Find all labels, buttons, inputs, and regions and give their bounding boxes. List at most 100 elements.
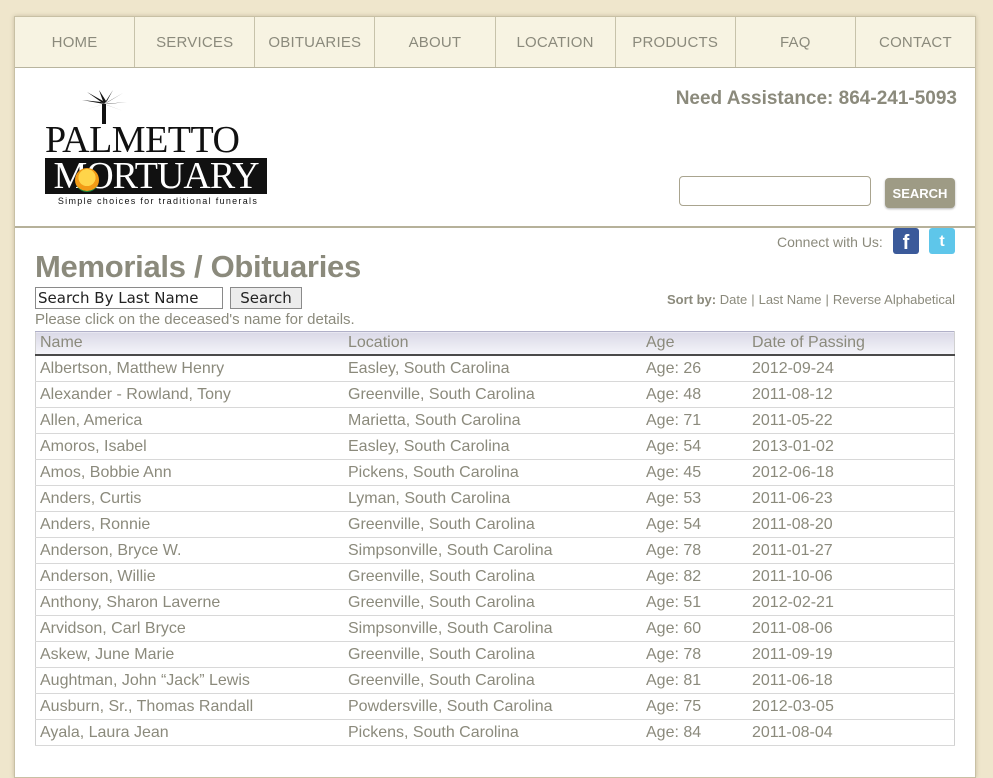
page-title: Memorials / Obituaries: [35, 249, 361, 284]
nav-products[interactable]: PRODUCTS: [616, 17, 736, 67]
date-cell: 2011-08-04: [748, 719, 955, 746]
table-row[interactable]: Aughtman, John “Jack” Lewis Greenville, S…: [35, 667, 955, 694]
date-cell: 2012-09-24: [748, 355, 955, 382]
table-row[interactable]: Arvidson, Carl Bryce Simpsonville, South …: [35, 615, 955, 642]
date-cell: 2011-06-23: [748, 485, 955, 512]
nav-contact[interactable]: CONTACT: [856, 17, 975, 67]
deceased-name-link[interactable]: Allen, America: [35, 407, 344, 434]
deceased-name-link[interactable]: Anthony, Sharon Laverne: [35, 589, 344, 616]
table-row[interactable]: Amoros, Isabel Easley, South Carolina Age:…: [35, 433, 955, 460]
age-cell: Age: 48: [642, 381, 748, 408]
age-cell: Age: 51: [642, 589, 748, 616]
col-name: Name: [35, 331, 344, 356]
table-row[interactable]: Albertson, Matthew Henry Easley, South Ca…: [35, 355, 955, 382]
location-cell: Greenville, South Carolina: [344, 589, 642, 616]
nav-home[interactable]: HOME: [15, 17, 136, 67]
date-cell: 2011-08-06: [748, 615, 955, 642]
age-cell: Age: 78: [642, 537, 748, 564]
obituary-table: Name Location Age Date of Passing Albert…: [35, 331, 955, 746]
table-row[interactable]: Anders, Ronnie Greenville, South Carolina…: [35, 511, 955, 538]
facebook-icon[interactable]: f: [893, 228, 919, 254]
connect-label: Connect with Us:: [777, 234, 883, 250]
location-cell: Pickens, South Carolina: [344, 459, 642, 486]
table-row[interactable]: Anders, Curtis Lyman, South Carolina Age: …: [35, 485, 955, 512]
site-search-input[interactable]: [679, 176, 871, 206]
nav-location[interactable]: LOCATION: [496, 17, 616, 67]
sort-divider: |: [751, 292, 755, 307]
deceased-name-link[interactable]: Amos, Bobbie Ann: [35, 459, 344, 486]
table-row[interactable]: Ayala, Laura Jean Pickens, South Carolina…: [35, 719, 955, 746]
nav-faq[interactable]: FAQ: [736, 17, 856, 67]
deceased-name-link[interactable]: Alexander - Rowland, Tony: [35, 381, 344, 408]
table-body: Albertson, Matthew Henry Easley, South Ca…: [35, 355, 955, 746]
deceased-name-link[interactable]: Anderson, Bryce W.: [35, 537, 344, 564]
location-cell: Easley, South Carolina: [344, 433, 642, 460]
date-cell: 2011-01-27: [748, 537, 955, 564]
deceased-name-link[interactable]: Anders, Curtis: [35, 485, 344, 512]
table-row[interactable]: Amos, Bobbie Ann Pickens, South Carolina A…: [35, 459, 955, 486]
sort-reverse-alpha[interactable]: Reverse Alphabetical: [833, 292, 955, 307]
logo-tagline: Simple choices for traditional funerals: [57, 196, 259, 206]
age-cell: Age: 53: [642, 485, 748, 512]
table-row[interactable]: Anderson, Bryce W. Simpsonville, South Ca…: [35, 537, 955, 564]
click-hint: Please click on the deceased's name for …: [35, 311, 355, 328]
assistance-phone: Need Assistance: 864-241-5093: [675, 88, 957, 109]
deceased-name-link[interactable]: Amoros, Isabel: [35, 433, 344, 460]
site-logo[interactable]: PALMETTO MORTUARY Simple choices for tra…: [45, 90, 271, 208]
date-cell: 2011-10-06: [748, 563, 955, 590]
location-cell: Simpsonville, South Carolina: [344, 537, 642, 564]
lastname-search-button[interactable]: Search: [230, 287, 302, 309]
nav-services[interactable]: SERVICES: [135, 17, 256, 67]
page-container: HOME SERVICES OBITUARIES ABOUT LOCATION …: [14, 16, 976, 778]
date-cell: 2012-06-18: [748, 459, 955, 486]
location-cell: Greenville, South Carolina: [344, 641, 642, 668]
col-location: Location: [344, 331, 642, 356]
deceased-name-link[interactable]: Anderson, Willie: [35, 563, 344, 590]
age-cell: Age: 84: [642, 719, 748, 746]
site-search-button[interactable]: SEARCH: [885, 178, 955, 208]
col-age: Age: [642, 331, 748, 356]
table-row[interactable]: Alexander - Rowland, Tony Greenville, Sou…: [35, 381, 955, 408]
date-cell: 2012-03-05: [748, 693, 955, 720]
deceased-name-link[interactable]: Ausburn, Sr., Thomas Randall: [35, 693, 344, 720]
location-cell: Powdersville, South Carolina: [344, 693, 642, 720]
table-row[interactable]: Askew, June Marie Greenville, South Carol…: [35, 641, 955, 668]
sort-divider: |: [825, 292, 829, 307]
age-cell: Age: 81: [642, 667, 748, 694]
date-cell: 2011-05-22: [748, 407, 955, 434]
deceased-name-link[interactable]: Aughtman, John “Jack” Lewis: [35, 667, 344, 694]
deceased-name-link[interactable]: Ayala, Laura Jean: [35, 719, 344, 746]
location-cell: Greenville, South Carolina: [344, 563, 642, 590]
lastname-search-input[interactable]: [35, 287, 223, 309]
sort-by-last-name[interactable]: Last Name: [759, 292, 822, 307]
nav-about[interactable]: ABOUT: [375, 17, 496, 67]
location-cell: Pickens, South Carolina: [344, 719, 642, 746]
location-cell: Easley, South Carolina: [344, 355, 642, 382]
sort-by-date[interactable]: Date: [720, 292, 747, 307]
date-cell: 2011-08-20: [748, 511, 955, 538]
age-cell: Age: 54: [642, 511, 748, 538]
deceased-name-link[interactable]: Anders, Ronnie: [35, 511, 344, 538]
nav-obituaries[interactable]: OBITUARIES: [255, 17, 376, 67]
table-row[interactable]: Anthony, Sharon Laverne Greenville, South…: [35, 589, 955, 616]
age-cell: Age: 60: [642, 615, 748, 642]
location-cell: Greenville, South Carolina: [344, 511, 642, 538]
table-row[interactable]: Allen, America Marietta, South Carolina Ag…: [35, 407, 955, 434]
table-row[interactable]: Ausburn, Sr., Thomas Randall Powdersville…: [35, 693, 955, 720]
age-cell: Age: 45: [642, 459, 748, 486]
twitter-icon[interactable]: t: [929, 228, 955, 254]
date-cell: 2011-09-19: [748, 641, 955, 668]
age-cell: Age: 78: [642, 641, 748, 668]
deceased-name-link[interactable]: Albertson, Matthew Henry: [35, 355, 344, 382]
age-cell: Age: 26: [642, 355, 748, 382]
age-cell: Age: 54: [642, 433, 748, 460]
deceased-name-link[interactable]: Askew, June Marie: [35, 641, 344, 668]
location-cell: Simpsonville, South Carolina: [344, 615, 642, 642]
deceased-name-link[interactable]: Arvidson, Carl Bryce: [35, 615, 344, 642]
date-cell: 2011-08-12: [748, 381, 955, 408]
sort-controls: Sort by: Date | Last Name | Reverse Alphabet…: [667, 292, 955, 307]
age-cell: Age: 75: [642, 693, 748, 720]
col-date: Date of Passing: [748, 331, 955, 356]
location-cell: Greenville, South Carolina: [344, 667, 642, 694]
table-row[interactable]: Anderson, Willie Greenville, South Caroli…: [35, 563, 955, 590]
